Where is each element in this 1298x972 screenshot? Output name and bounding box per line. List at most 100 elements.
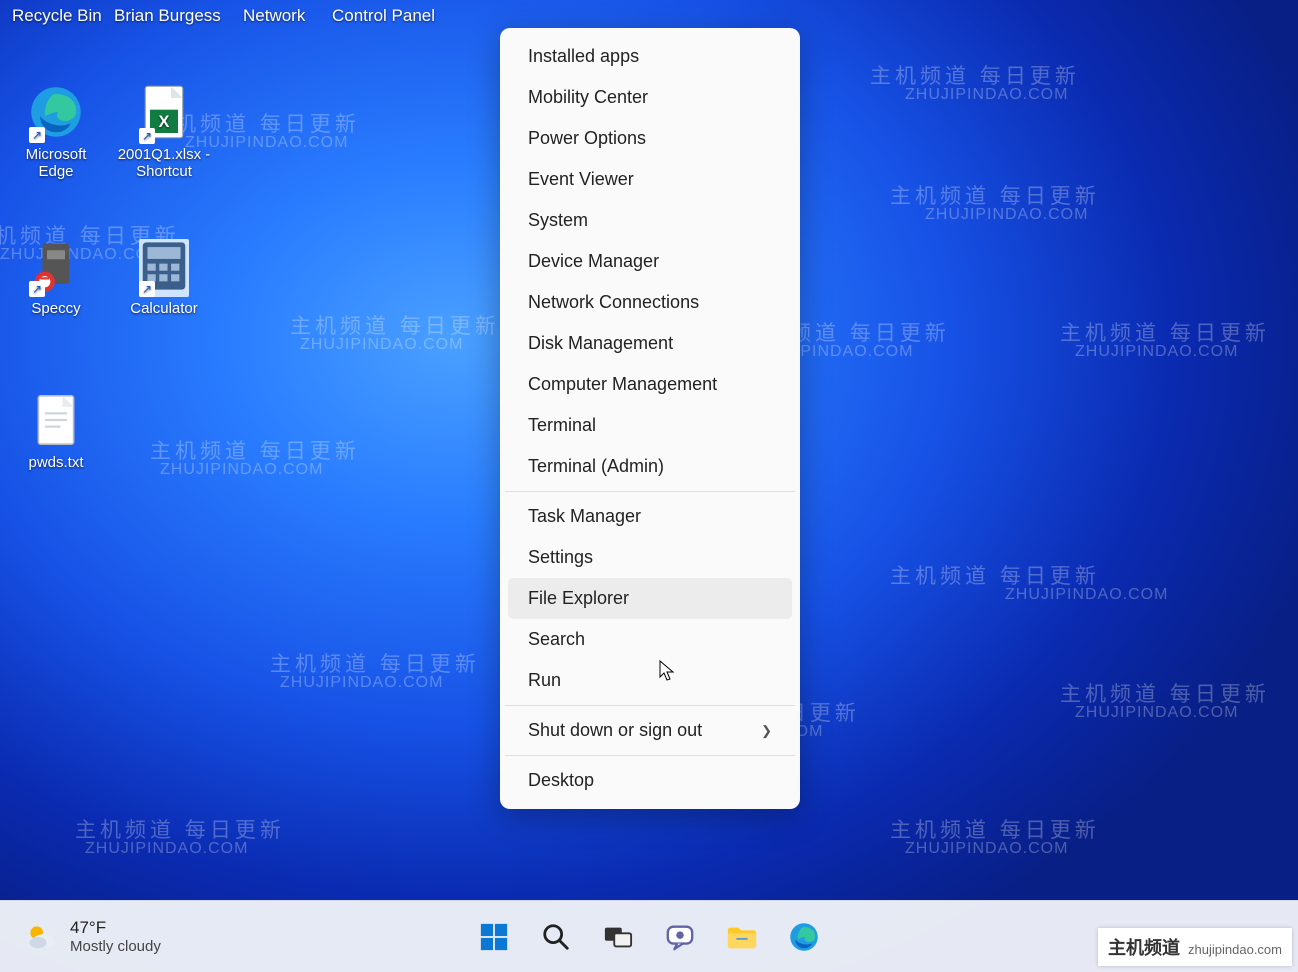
menu-item-label: Mobility Center <box>528 87 648 108</box>
watermark: ZHUJIPINDAO.COM <box>85 840 248 858</box>
shortcut-arrow-icon: ↗ <box>29 281 45 297</box>
watermark: 主机频道 每日更新 <box>890 560 1100 590</box>
winx-context-menu: Installed apps Mobility Center Power Optio… <box>500 28 800 809</box>
watermark: ZHUJIPINDAO.COM <box>905 840 1068 858</box>
taskbar-search-button[interactable] <box>539 920 573 954</box>
menu-item-label: Device Manager <box>528 251 659 272</box>
chat-icon <box>665 922 695 952</box>
menu-item-run[interactable]: Run <box>508 660 792 701</box>
menu-separator <box>505 705 795 706</box>
menu-item-terminal-admin[interactable]: Terminal (Admin) <box>508 446 792 487</box>
taskbar-center-icons <box>477 920 821 954</box>
menu-item-network-connections[interactable]: Network Connections <box>508 282 792 323</box>
desktop-icon-calculator[interactable]: ↗ Calculator <box>114 240 214 317</box>
watermark: ZHUJIPINDAO.COM <box>925 206 1088 224</box>
menu-item-label: Run <box>528 670 561 691</box>
desktop[interactable]: 主机频道 每日更新 ZHUJIPINDAO.COM 主机频道 每日更新 ZHUJ… <box>0 0 1298 972</box>
watermark: ZHUJIPINDAO.COM <box>1075 704 1238 722</box>
menu-item-label: Network Connections <box>528 292 699 313</box>
desktop-icon-edge[interactable]: ↗ Microsoft Edge <box>6 86 106 180</box>
desktop-icon-control-panel[interactable]: Control Panel <box>332 6 435 26</box>
menu-item-disk-management[interactable]: Disk Management <box>508 323 792 364</box>
search-icon <box>541 922 571 952</box>
task-view-icon <box>603 922 633 952</box>
menu-item-label: Task Manager <box>528 506 641 527</box>
watermark: ZHUJIPINDAO.COM <box>280 674 443 692</box>
shortcut-arrow-icon: ↗ <box>29 127 45 143</box>
menu-item-terminal[interactable]: Terminal <box>508 405 792 446</box>
menu-item-system[interactable]: System <box>508 200 792 241</box>
menu-item-label: Power Options <box>528 128 646 149</box>
weather-icon <box>24 920 58 954</box>
desktop-icon-excel-shortcut[interactable]: X ↗ 2001Q1.xlsx - Shortcut <box>114 86 214 180</box>
desktop-icon-label: Calculator <box>114 300 214 317</box>
watermark: 主机频道 每日更新 <box>1060 317 1270 347</box>
menu-item-device-manager[interactable]: Device Manager <box>508 241 792 282</box>
watermark: 主机频道 每日更新 <box>890 814 1100 844</box>
desktop-icon-label: 2001Q1.xlsx - Shortcut <box>114 146 214 180</box>
taskbar-weather-widget[interactable]: 47°F Mostly cloudy <box>24 918 161 955</box>
desktop-icon-label: Microsoft Edge <box>6 146 106 180</box>
menu-item-file-explorer[interactable]: File Explorer <box>508 578 792 619</box>
menu-item-task-manager[interactable]: Task Manager <box>508 496 792 537</box>
start-button[interactable] <box>477 920 511 954</box>
watermark: 主机频道 每日更新 <box>1060 678 1270 708</box>
menu-item-label: Settings <box>528 547 593 568</box>
desktop-icon-recycle-bin[interactable]: Recycle Bin <box>12 6 102 26</box>
watermark-overlay-cn: 主机频道 <box>1108 934 1180 960</box>
menu-item-label: Installed apps <box>528 46 639 67</box>
menu-item-desktop[interactable]: Desktop <box>508 760 792 801</box>
menu-item-label: Desktop <box>528 770 594 791</box>
watermark: ZHUJIPINDAO.COM <box>300 336 463 354</box>
desktop-icon-user-folder[interactable]: Brian Burgess <box>114 6 221 26</box>
folder-icon <box>726 922 758 952</box>
watermark: 主机频道 每日更新 <box>75 814 285 844</box>
menu-item-label: Disk Management <box>528 333 673 354</box>
desktop-icon-label: pwds.txt <box>6 454 106 471</box>
menu-item-mobility-center[interactable]: Mobility Center <box>508 77 792 118</box>
watermark: ZHUJIPINDAO.COM <box>1005 586 1168 604</box>
shortcut-arrow-icon: ↗ <box>139 281 155 297</box>
text-file-icon <box>34 393 78 447</box>
edge-icon <box>789 922 819 952</box>
menu-item-label: Event Viewer <box>528 169 634 190</box>
watermark: ZHUJIPINDAO.COM <box>160 461 323 479</box>
chevron-right-icon: ❯ <box>761 723 772 739</box>
menu-item-event-viewer[interactable]: Event Viewer <box>508 159 792 200</box>
watermark: ZHUJIPINDAO.COM <box>1075 343 1238 361</box>
windows-logo-icon <box>479 922 509 952</box>
desktop-icon-label: Speccy <box>6 300 106 317</box>
watermark: 主机频道 每日更新 <box>290 310 500 340</box>
watermark: 主机频道 每日更新 <box>270 648 480 678</box>
menu-item-computer-management[interactable]: Computer Management <box>508 364 792 405</box>
watermark: 主机频道 每日更新 <box>150 435 360 465</box>
desktop-icon-network[interactable]: Network <box>243 6 305 26</box>
menu-item-label: Search <box>528 629 585 650</box>
watermark: 主机频道 每日更新 <box>890 180 1100 210</box>
shortcut-arrow-icon: ↗ <box>139 128 155 144</box>
watermark: 主机频道 每日更新 <box>870 60 1080 90</box>
taskbar-file-explorer-button[interactable] <box>725 920 759 954</box>
menu-separator <box>505 491 795 492</box>
taskbar-task-view-button[interactable] <box>601 920 635 954</box>
menu-item-settings[interactable]: Settings <box>508 537 792 578</box>
menu-item-label: Terminal (Admin) <box>528 456 664 477</box>
menu-item-shut-down-or-sign-out[interactable]: Shut down or sign out ❯ <box>508 710 792 751</box>
menu-item-label: Shut down or sign out <box>528 720 702 741</box>
desktop-icon-speccy[interactable]: ↗ Speccy <box>6 240 106 317</box>
menu-item-installed-apps[interactable]: Installed apps <box>508 36 792 77</box>
watermark: ZHUJIPINDAO.COM <box>905 86 1068 104</box>
watermark-overlay: 主机频道 zhujipindao.com <box>1098 928 1292 966</box>
menu-separator <box>505 755 795 756</box>
menu-item-power-options[interactable]: Power Options <box>508 118 792 159</box>
svg-text:X: X <box>159 113 170 131</box>
desktop-icon-pwds-txt[interactable]: pwds.txt <box>6 394 106 471</box>
taskbar-edge-button[interactable] <box>787 920 821 954</box>
menu-item-label: File Explorer <box>528 588 629 609</box>
weather-condition: Mostly cloudy <box>70 938 161 955</box>
weather-temperature: 47°F <box>70 918 161 938</box>
menu-item-search[interactable]: Search <box>508 619 792 660</box>
watermark-overlay-en: zhujipindao.com <box>1188 942 1282 957</box>
taskbar-chat-button[interactable] <box>663 920 697 954</box>
menu-item-label: Terminal <box>528 415 596 436</box>
